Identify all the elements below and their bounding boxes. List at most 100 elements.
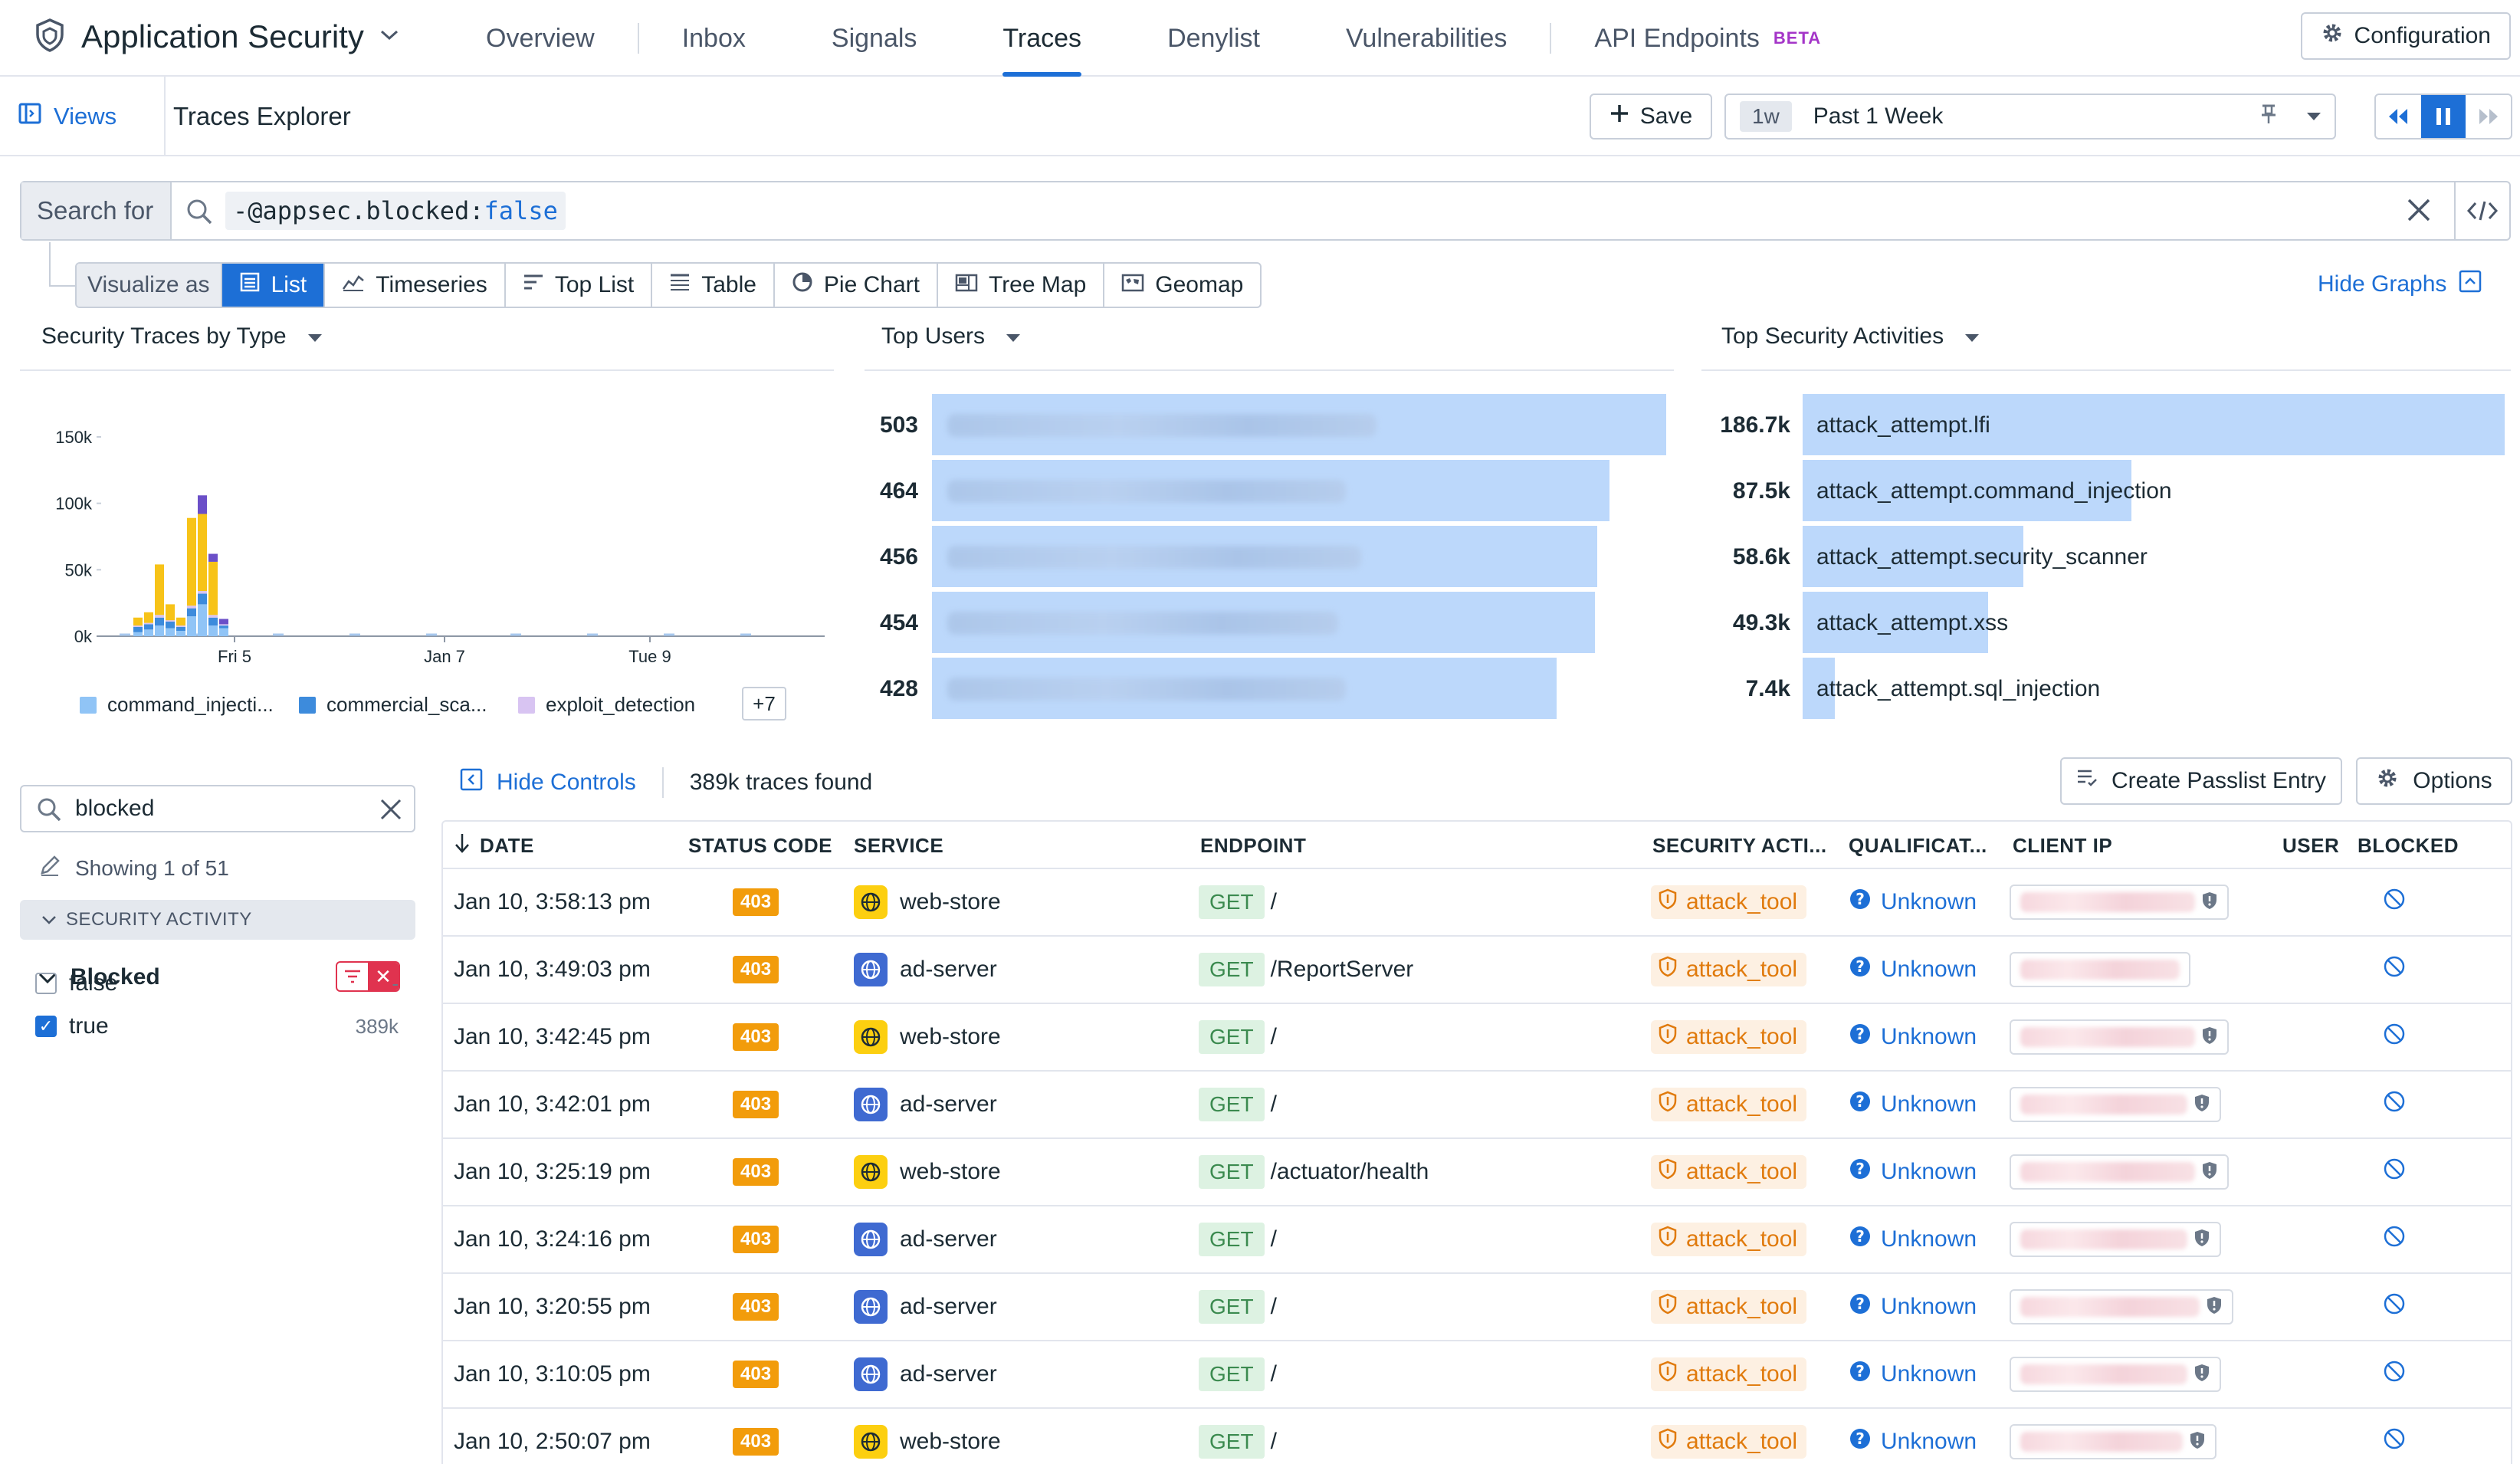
fast-forward-icon[interactable] [2466,95,2511,138]
bar-segment[interactable] [133,632,143,636]
bar-segment[interactable] [198,591,207,594]
bar-segment[interactable] [219,619,228,625]
security-activity-badge[interactable]: attack_tool [1651,1155,1807,1189]
bar-segment[interactable] [133,617,143,626]
search-input[interactable]: -@appsec.blocked:false [225,192,566,230]
bar-segment[interactable] [144,624,153,630]
qualification-cell[interactable]: ? Unknown [1849,1023,1977,1052]
security-activity-badge[interactable]: attack_tool [1651,885,1807,919]
bar-segment[interactable] [198,593,207,605]
qualification-cell[interactable]: ? Unknown [1849,1225,1977,1254]
checkbox[interactable] [35,973,57,994]
qualification-cell[interactable]: ? Unknown [1849,1427,1977,1456]
column-header-qualification[interactable]: QUALIFICAT... [1849,822,1987,869]
bar-segment[interactable] [187,616,196,636]
pin-icon[interactable] [2259,103,2278,130]
column-header-user[interactable]: USER [2282,822,2339,869]
options-button[interactable]: Options [2356,757,2512,805]
table-row[interactable]: Jan 10, 3:58:13 pm 403 web-store GET / attack… [443,869,2511,937]
rewind-icon[interactable] [2376,95,2421,138]
table-row[interactable]: Jan 10, 2:50:07 pm 403 web-store GET / attack… [443,1409,2511,1464]
bar-segment[interactable] [176,631,185,636]
bar-segment[interactable] [198,495,207,514]
client-ip-cell[interactable] [2010,1357,2221,1392]
widget-title-traces-by-type[interactable]: Security Traces by Type [41,323,323,350]
table-row[interactable]: Jan 10, 3:42:01 pm 403 ad-server GET / attack… [443,1072,2511,1139]
widget-title-top-users[interactable]: Top Users [881,323,1022,350]
code-view-icon[interactable] [2454,182,2509,239]
vis-option-timeseries[interactable]: Timeseries [325,264,506,307]
table-row[interactable]: Jan 10, 3:10:05 pm 403 ad-server GET / attack… [443,1341,2511,1409]
table-row[interactable]: Jan 10, 3:25:19 pm 403 web-store GET/actuat… [443,1139,2511,1206]
clear-icon[interactable] [379,797,403,826]
facet-option-false[interactable]: false - [35,970,399,996]
client-ip-cell[interactable] [2010,1289,2233,1324]
vis-option-top-list[interactable]: Top List [506,264,653,307]
clear-search-icon[interactable] [2405,196,2433,228]
client-ip-cell[interactable] [2010,1154,2229,1190]
hide-graphs-button[interactable]: Hide Graphs [2318,270,2482,299]
qualification-cell[interactable]: ? Unknown [1849,1360,1977,1389]
vis-option-geomap[interactable]: Geomap [1104,264,1260,307]
facet-option-true[interactable]: ✓ true 389k [35,1013,399,1039]
bar-segment[interactable] [219,628,228,636]
chevron-down-icon[interactable] [379,29,399,45]
qualification-cell[interactable]: ? Unknown [1849,888,1977,917]
endpoint-cell[interactable]: GET / [1199,1274,1277,1340]
security-activity-badge[interactable]: attack_tool [1651,1290,1807,1324]
endpoint-cell[interactable]: GET / [1199,1004,1277,1070]
pause-icon[interactable] [2420,95,2466,138]
widget-title-top-activities[interactable]: Top Security Activities [1721,323,1980,350]
column-header-blocked[interactable]: BLOCKED [2358,822,2459,869]
service-cell[interactable]: web-store [854,1139,1001,1205]
checkbox-checked[interactable]: ✓ [35,1016,57,1037]
column-header-date[interactable]: DATE [454,822,534,869]
bar-segment[interactable] [166,628,175,636]
bar-segment[interactable] [208,625,218,636]
tab-denylist[interactable]: Denylist [1124,0,1303,77]
bar-segment[interactable] [187,608,196,616]
bar-segment[interactable] [187,606,196,609]
bar-segment[interactable] [155,617,164,626]
vis-option-tree-map[interactable]: Tree Map [938,264,1105,307]
service-cell[interactable]: web-store [854,1004,1001,1070]
table-row[interactable]: Jan 10, 3:42:45 pm 403 web-store GET / attack… [443,1004,2511,1072]
bar-segment[interactable] [176,626,185,632]
bar-segment[interactable] [155,564,164,615]
bar-segment[interactable] [219,624,228,626]
bar-segment[interactable] [208,561,218,615]
bar-segment[interactable] [219,625,228,629]
service-cell[interactable]: web-store [854,1409,1001,1464]
hide-controls-button[interactable]: Hide Controls [460,768,636,797]
edit-icon[interactable] [38,854,61,882]
tab-traces[interactable]: Traces [960,0,1124,77]
bar-segment[interactable] [166,604,175,621]
facet-group-header[interactable]: SECURITY ACTIVITY [20,900,415,940]
client-ip-cell[interactable] [2010,1424,2216,1459]
security-activity-badge[interactable]: attack_tool [1651,1425,1807,1459]
client-ip-cell[interactable] [2010,1222,2221,1257]
create-passlist-button[interactable]: Create Passlist Entry [2060,757,2342,805]
bar-segment[interactable] [198,604,207,636]
tab-inbox[interactable]: Inbox [639,0,789,77]
bar-segment[interactable] [208,617,218,626]
column-header-status-code[interactable]: STATUS CODE [688,822,832,869]
qualification-cell[interactable]: ? Unknown [1849,955,1977,984]
qualification-cell[interactable]: ? Unknown [1849,1292,1977,1321]
client-ip-cell[interactable] [2010,952,2190,987]
service-cell[interactable]: ad-server [854,1206,997,1272]
bar-segment[interactable] [133,625,143,627]
service-cell[interactable]: ad-server [854,1072,997,1137]
vis-option-list[interactable]: List [221,264,326,307]
bar-segment[interactable] [155,615,164,618]
bar-segment[interactable] [208,553,218,562]
legend-more-button[interactable]: +7 [742,687,786,721]
bar-segment[interactable] [155,625,164,636]
endpoint-cell[interactable]: GET/ReportServer [1199,937,1413,1003]
qualification-cell[interactable]: ? Unknown [1849,1090,1977,1119]
security-activity-badge[interactable]: attack_tool [1651,1357,1807,1391]
bar-segment[interactable] [144,612,153,623]
bar-segment[interactable] [166,621,175,629]
table-row[interactable]: Jan 10, 3:49:03 pm 403 ad-server GET/Report… [443,937,2511,1004]
column-header-service[interactable]: SERVICE [854,822,943,869]
